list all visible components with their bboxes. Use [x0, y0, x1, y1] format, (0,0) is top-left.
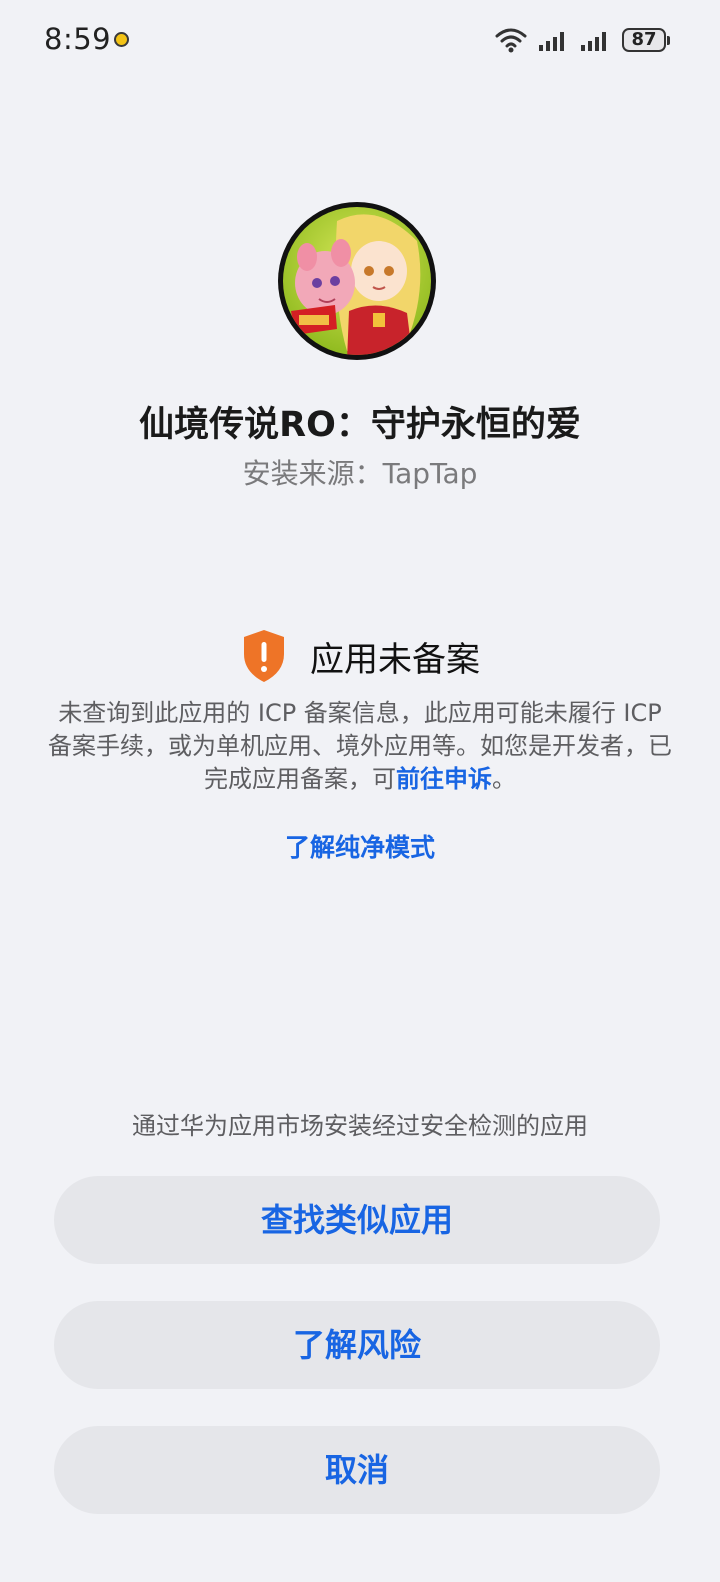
battery-level: 87: [622, 28, 666, 52]
notification-dot-icon: [114, 32, 129, 47]
warning-description: 未查询到此应用的 ICP 备案信息，此应用可能未履行 ICP 备案手续，或为单机…: [46, 697, 674, 796]
app-name: 仙境传说RO：守护永恒的爱: [139, 405, 581, 445]
find-similar-apps-button[interactable]: 查找类似应用: [54, 1176, 660, 1264]
warning-description-end: 。: [492, 765, 516, 793]
install-source: 安装来源：TapTap: [242, 457, 478, 490]
warning-description-text: 未查询到此应用的 ICP 备案信息，此应用可能未履行 ICP 备案手续，或为单机…: [48, 699, 672, 793]
pure-mode-link[interactable]: 了解纯净模式: [0, 828, 720, 864]
warning-header: 应用未备案: [0, 628, 720, 684]
wifi-icon: [495, 28, 527, 53]
status-icons: 87: [494, 24, 670, 56]
warning-title: 应用未备案: [310, 639, 480, 680]
battery-icon: 87: [622, 28, 670, 52]
app-icon: [278, 202, 436, 360]
appeal-link[interactable]: 前往申诉: [396, 765, 492, 793]
shield-alert-icon: [244, 630, 284, 682]
battery-cap: [667, 35, 670, 45]
status-bar: 8:59 87: [0, 0, 720, 84]
cancel-button[interactable]: 取消: [54, 1426, 660, 1514]
bottom-hint: 通过华为应用市场安装经过安全检测的应用: [132, 1112, 588, 1140]
learn-risk-button[interactable]: 了解风险: [54, 1301, 660, 1389]
signal-icon: [581, 32, 606, 51]
signal-icon: [539, 32, 564, 51]
status-time: 8:59: [44, 22, 112, 56]
